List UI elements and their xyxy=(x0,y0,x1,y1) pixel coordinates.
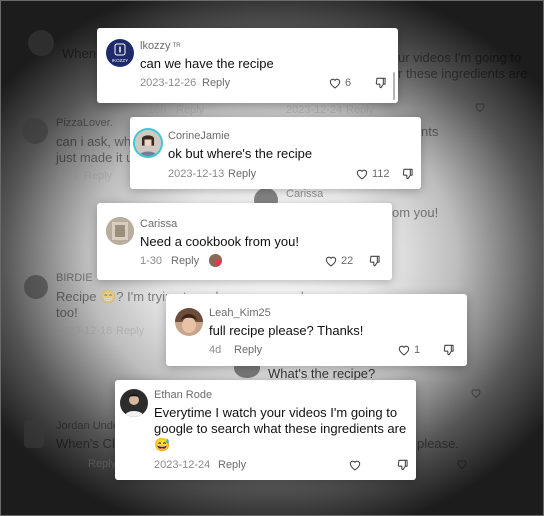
scrollbar[interactable] xyxy=(393,72,395,100)
bg-avatar xyxy=(28,30,54,56)
comment-date: 2023-12-13 xyxy=(168,168,225,180)
bg-reply-link: Reply xyxy=(116,325,145,337)
like-count: 1 xyxy=(414,344,421,356)
username[interactable]: Ethan Rode xyxy=(154,389,212,401)
bg-comment-text: can i ask, whe xyxy=(56,134,139,149)
bg-comment-text: just made it u xyxy=(56,150,134,165)
reply-button[interactable]: Reply xyxy=(171,255,199,267)
bg-like-count: 22 xyxy=(486,225,499,237)
like-button[interactable]: 6 xyxy=(328,76,351,90)
avatar[interactable]: IKOZZY xyxy=(106,39,134,67)
bg-comment-date: 2023-12-18 xyxy=(56,325,113,337)
bg-comment-text: What's the recipe? xyxy=(268,366,376,381)
comment-card: Carissa Need a cookbook from you! 1-30 R… xyxy=(97,203,392,280)
heart-icon xyxy=(349,460,361,471)
avatar[interactable] xyxy=(120,389,148,417)
avatar[interactable] xyxy=(106,217,134,245)
comment-card: Ethan Rode Everytime I watch your videos… xyxy=(115,380,416,480)
comment-date: 2023-12-26 xyxy=(140,77,197,89)
bg-username: BIRDIE xyxy=(56,272,93,284)
comment-text: ok but where's the recipe xyxy=(168,146,313,161)
heart-icon xyxy=(398,345,410,356)
reply-button[interactable]: Reply xyxy=(228,168,256,180)
thumbs-down-icon xyxy=(369,255,380,267)
reply-button[interactable]: Reply xyxy=(218,459,246,471)
verified-badge: ᵀᴿ xyxy=(172,41,181,51)
comment-card: IKOZZY lkozzy ᵀᴿ can we have the recipe 2… xyxy=(97,28,398,103)
comment-date: 2023-12-24 xyxy=(154,459,211,471)
bg-username: Jordan Unde xyxy=(56,420,119,432)
heart-badge-icon xyxy=(209,254,222,267)
heart-icon xyxy=(325,256,337,267)
heart-icon xyxy=(329,78,341,89)
ikozzy-logo-icon: IKOZZY xyxy=(112,43,128,63)
comment-text: Need a cookbook from you! xyxy=(140,234,299,249)
username[interactable]: Leah_Kim25 xyxy=(209,307,271,319)
thumbs-down-icon xyxy=(443,344,454,356)
like-count: 22 xyxy=(341,255,354,267)
bg-heart-icon xyxy=(474,101,486,113)
bg-comment-text: too! xyxy=(56,305,78,320)
svg-text:IKOZZY: IKOZZY xyxy=(112,58,128,63)
bg-heart-icon xyxy=(470,387,482,399)
like-count: 6 xyxy=(345,77,352,89)
bg-comment-text: nts xyxy=(421,124,439,139)
comment-card: Leah_Kim25 full recipe please? Thanks! 4… xyxy=(166,294,467,366)
bg-avatar xyxy=(24,275,48,299)
bg-reply-link: Reply xyxy=(176,104,205,116)
bg-comment-date: 3-21 xyxy=(56,170,79,182)
like-count: 112 xyxy=(372,168,390,180)
thumbs-down-icon xyxy=(402,168,413,180)
bg-avatar xyxy=(24,420,44,448)
bg-username: Carissa xyxy=(286,188,324,200)
bg-avatar xyxy=(22,118,48,144)
bg-reply-link: Reply xyxy=(346,104,375,116)
reply-button[interactable]: Reply xyxy=(202,77,230,89)
dislike-button[interactable] xyxy=(374,76,388,90)
photo-icon xyxy=(106,217,134,245)
bg-heart-icon xyxy=(456,458,468,470)
comment-date: 1-30 xyxy=(140,255,163,267)
heart-icon xyxy=(356,169,368,180)
bg-reply-link: Reply xyxy=(84,170,113,182)
avatar[interactable] xyxy=(175,308,203,336)
thumbs-down-icon xyxy=(375,77,386,89)
dislike-button[interactable] xyxy=(401,167,415,181)
comments-collage: When 18h Reply ur videos I'm going to r … xyxy=(0,0,544,516)
bg-comment-text: When xyxy=(62,46,96,61)
username[interactable]: lkozzy ᵀᴿ xyxy=(140,40,181,52)
avatar[interactable] xyxy=(133,128,163,158)
person-photo-icon xyxy=(175,308,203,336)
bg-comment-text: When's Cla xyxy=(56,436,123,451)
comment-text: can we have the recipe xyxy=(140,56,274,71)
dislike-button[interactable] xyxy=(368,254,382,268)
dislike-button[interactable] xyxy=(396,458,410,472)
bg-comment-text: om you! xyxy=(392,205,439,220)
bg-comment-text: r these ingredients are xyxy=(398,66,528,81)
comment-text: Everytime I watch your videos I'm going … xyxy=(154,405,407,452)
reply-button[interactable]: Reply xyxy=(234,344,262,356)
like-button[interactable] xyxy=(348,458,365,472)
username[interactable]: CorineJamie xyxy=(168,130,230,142)
comment-card: CorineJamie ok but where's the recipe 20… xyxy=(130,117,421,189)
username[interactable]: Carissa xyxy=(140,218,177,230)
bg-comment-date: 18h xyxy=(148,104,167,116)
bg-username: PizzaLover. xyxy=(56,117,113,129)
bg-comment-date: 2023-12-24 xyxy=(286,104,343,116)
like-button[interactable]: 22 xyxy=(324,254,353,268)
like-button[interactable]: 1 xyxy=(397,343,420,357)
thumbs-down-icon xyxy=(397,459,408,471)
person-photo-icon xyxy=(120,389,148,417)
bg-reply-link: Reply xyxy=(88,458,117,470)
comment-date: 4d xyxy=(209,344,222,356)
like-button[interactable]: 112 xyxy=(355,167,390,181)
comment-text: full recipe please? Thanks! xyxy=(209,323,364,338)
creator-liked-avatar xyxy=(209,254,222,267)
person-photo-icon xyxy=(135,130,161,156)
bg-comment-text: please. xyxy=(417,436,459,451)
dislike-button[interactable] xyxy=(442,343,456,357)
bg-comment-text: ur videos I'm going to xyxy=(398,50,522,65)
